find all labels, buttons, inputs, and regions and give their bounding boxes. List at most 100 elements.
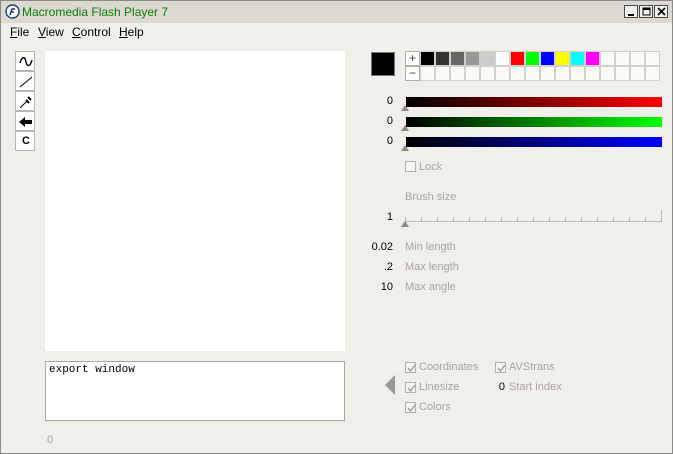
clear-tool-button[interactable]: C [15,131,35,151]
close-button[interactable] [654,5,668,18]
lock-checkbox[interactable] [405,161,416,172]
max-angle-value[interactable]: 10 [351,281,393,293]
blue-slider-handle[interactable] [401,145,409,151]
palette-swatch[interactable] [480,51,495,66]
palette-swatch[interactable] [450,51,465,66]
current-color-swatch[interactable] [371,52,395,76]
palette-empty-slot[interactable] [435,66,450,81]
menu-help[interactable]: Help [119,25,144,39]
app-window: Macromedia Flash Player 7 File View Cont… [0,0,673,454]
start-index-value[interactable]: 0 [485,381,505,393]
slider-tick [533,217,534,221]
slider-tick [485,217,486,221]
export-window[interactable]: export window [45,361,345,421]
palette-empty-slot[interactable] [600,51,615,66]
coordinates-checkbox[interactable] [405,362,416,373]
linesize-checkbox[interactable] [405,382,416,393]
palette-empty-slot[interactable] [585,66,600,81]
menu-view[interactable]: View [38,25,64,39]
start-index-label: Start index [509,381,562,393]
line-icon [19,76,33,88]
curve-icon [19,56,33,67]
palette-empty-slot[interactable] [615,51,630,66]
green-slider-handle[interactable] [401,125,409,131]
menu-control[interactable]: Control [72,25,111,39]
slider-tick [437,217,438,221]
palette-empty-slot[interactable] [450,66,465,81]
menu-file[interactable]: File [10,25,29,39]
palette-empty-slot[interactable] [525,66,540,81]
green-slider[interactable] [406,117,662,127]
palette-swatch[interactable] [540,51,555,66]
slider-tick [549,217,550,221]
add-color-button[interactable]: + [405,51,420,66]
coordinates-label: Coordinates [419,361,479,373]
toolbox: C [15,51,35,151]
palette-empty-slot[interactable] [465,66,480,81]
palette-empty-slot[interactable] [480,66,495,81]
palette-swatch[interactable] [435,51,450,66]
palette-empty-slot[interactable] [510,66,525,81]
check-icon [407,384,416,393]
slider-tick [421,217,422,221]
lock-label: Lock [419,161,443,173]
max-angle-label: Max angle [405,281,456,293]
slider-tick [517,217,518,221]
palette-swatch[interactable] [495,51,510,66]
avstrans-checkbox[interactable] [495,362,506,373]
slider-tick [501,217,502,221]
minimize-button[interactable] [624,5,638,18]
avstrans-label: AVStrans [509,361,555,373]
check-icon [407,404,416,413]
palette-empty-slot[interactable] [630,51,645,66]
palette-empty-slot[interactable] [540,66,555,81]
clear-icon: C [22,135,30,147]
maximize-button[interactable] [639,5,653,18]
blue-value: 0 [386,135,393,147]
palette-empty-slot[interactable] [570,66,585,81]
brush-size-slider[interactable] [405,210,662,222]
title-bar: Macromedia Flash Player 7 [1,1,672,23]
eyedropper-tool-button[interactable] [15,91,35,111]
palette-swatch[interactable] [525,51,540,66]
export-text: export window [49,364,135,376]
palette-empty-slot[interactable] [645,51,660,66]
slider-tick [565,217,566,221]
red-slider-handle[interactable] [401,105,409,111]
palette-empty-slot[interactable] [555,66,570,81]
palette-empty-slot[interactable] [615,66,630,81]
colors-checkbox[interactable] [405,402,416,413]
back-arrow-icon [19,117,32,127]
min-length-value[interactable]: 0.02 [351,241,393,253]
palette-empty-slot[interactable] [420,66,435,81]
slider-tick [629,217,630,221]
max-length-value[interactable]: .2 [351,261,393,273]
palette-swatch[interactable] [555,51,570,66]
palette-swatch[interactable] [420,51,435,66]
undo-tool-button[interactable] [15,111,35,131]
green-value: 0 [386,115,393,127]
brush-size-label: Brush size [405,191,457,203]
palette-swatch[interactable] [585,51,600,66]
check-icon [497,364,506,373]
palette-empty-slot[interactable] [630,66,645,81]
line-tool-button[interactable] [15,71,35,91]
drawing-canvas[interactable] [45,51,345,351]
blue-slider[interactable] [406,137,662,147]
palette-empty-slot[interactable] [600,66,615,81]
red-slider[interactable] [406,97,662,107]
max-length-label: Max length [405,261,459,273]
slider-tick [645,217,646,221]
palette-swatch[interactable] [510,51,525,66]
palette-swatch[interactable] [570,51,585,66]
palette-swatch[interactable] [465,51,480,66]
remove-color-button[interactable]: − [405,66,420,81]
slider-tick [597,217,598,221]
collapse-arrow-icon[interactable] [385,375,395,395]
red-value: 0 [386,95,393,107]
curve-tool-button[interactable] [15,51,35,71]
slider-tick [613,217,614,221]
brush-size-handle[interactable] [401,221,409,227]
palette-empty-slot[interactable] [495,66,510,81]
palette-empty-slot[interactable] [645,66,660,81]
